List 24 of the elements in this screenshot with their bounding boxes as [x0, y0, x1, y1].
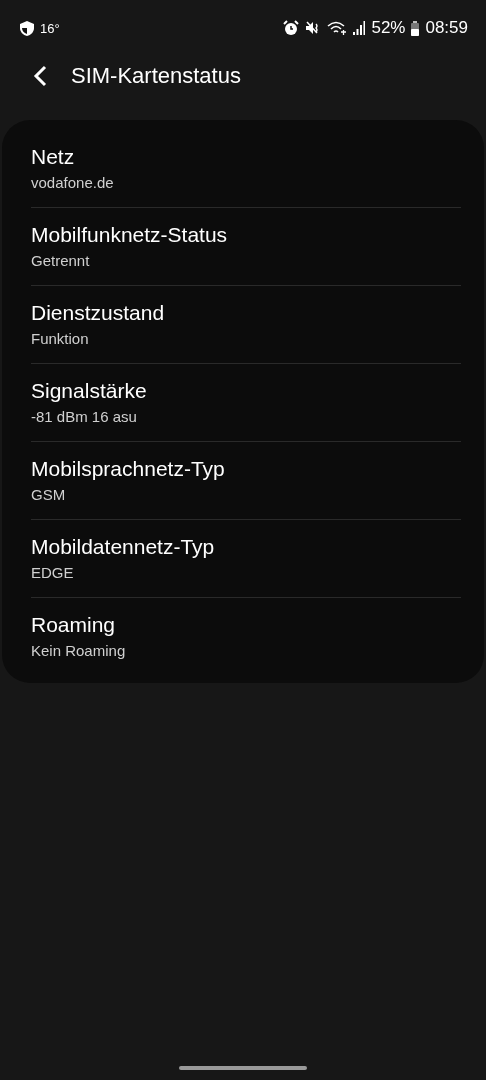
page-title: SIM-Kartenstatus: [71, 63, 241, 89]
item-value: Kein Roaming: [31, 641, 127, 661]
shield-icon: [20, 20, 34, 36]
back-icon[interactable]: [33, 65, 47, 87]
item-value: -81 dBm 16 asu: [31, 407, 138, 427]
item-value: vodafone.de: [31, 173, 115, 193]
item-title: Mobildatennetz-Typ: [31, 534, 216, 560]
signal-icon: [353, 21, 366, 35]
item-title: Dienstzustand: [31, 300, 166, 326]
temperature: 16°: [40, 20, 60, 36]
item-title: Signalstärke: [31, 378, 148, 404]
clock: 08:59: [425, 18, 468, 38]
item-value: Funktion: [31, 329, 90, 349]
item-value: GSM: [31, 485, 67, 505]
battery-percent: 52%: [371, 18, 406, 38]
wifi-icon: [327, 20, 348, 36]
item-value: Getrennt: [31, 251, 91, 271]
item-value: EDGE: [31, 563, 75, 583]
item-title: Mobilfunknetz-Status: [31, 222, 229, 248]
item-title: Mobilsprachnetz-Typ: [31, 456, 226, 482]
battery-icon: [411, 20, 420, 36]
item-title: Netz: [31, 144, 76, 170]
alarm-icon: [283, 20, 300, 36]
item-title: Roaming: [31, 612, 117, 638]
